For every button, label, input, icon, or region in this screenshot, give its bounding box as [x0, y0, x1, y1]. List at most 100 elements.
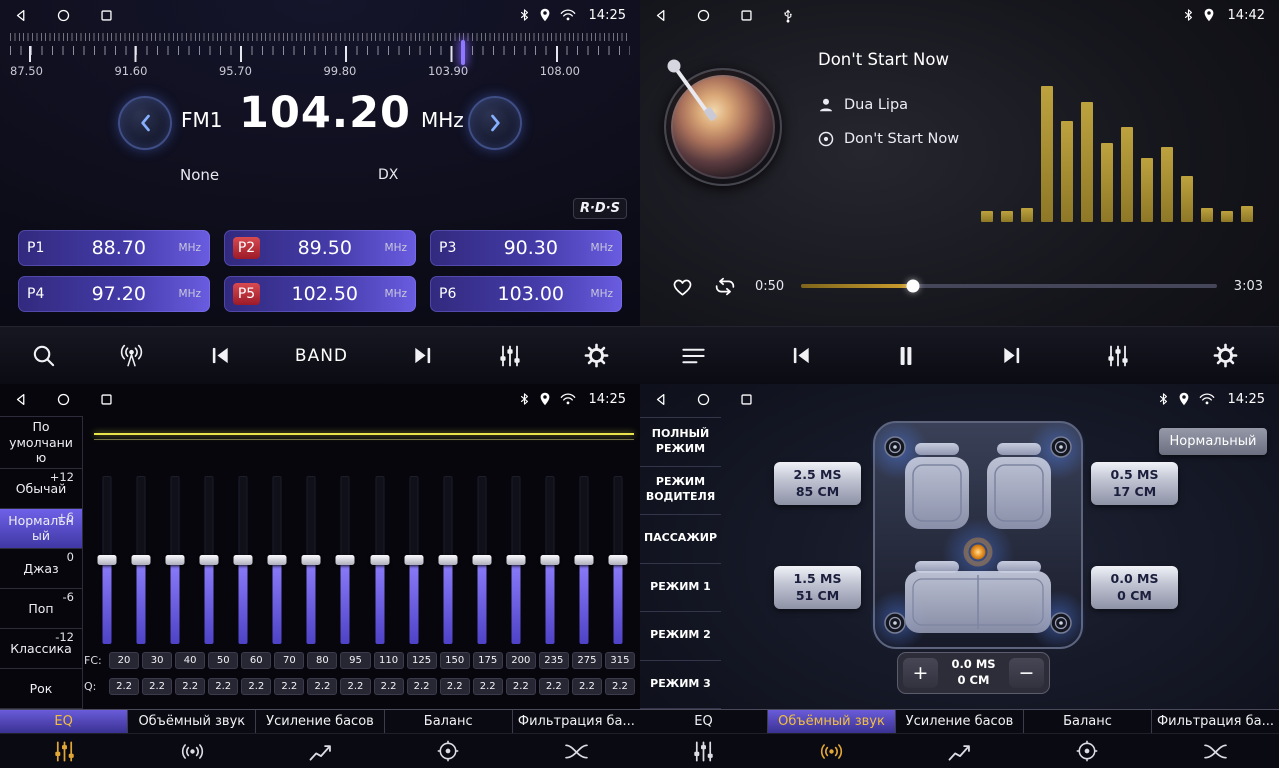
mode-item-2[interactable]: РЕЖИМ 2	[640, 612, 721, 661]
tuner-scale[interactable]: 87.50 91.60 95.70 99.80 103.90 108.00	[0, 33, 640, 81]
home-button[interactable]	[697, 9, 710, 22]
recents-button[interactable]	[100, 9, 113, 22]
eq-band-slider[interactable]	[601, 476, 635, 644]
eq-band-slider[interactable]	[499, 476, 533, 644]
mode-item-passenger[interactable]: ПАССАЖИР	[640, 515, 721, 564]
delay-increase-button[interactable]: +	[903, 658, 938, 688]
repeat-button[interactable]	[712, 275, 738, 298]
settings-button[interactable]	[584, 343, 609, 368]
tab-balance[interactable]: Баланс	[385, 710, 513, 733]
back-button[interactable]	[14, 9, 27, 22]
home-button[interactable]	[57, 9, 70, 22]
progress-thumb[interactable]	[907, 280, 920, 293]
tab-filter-button[interactable]	[1151, 734, 1279, 768]
eq-band-slider[interactable]	[294, 476, 328, 644]
next-track-icon	[410, 344, 435, 367]
eq-band-slider[interactable]	[192, 476, 226, 644]
visualizer-bar	[1101, 143, 1113, 222]
delay-front-left-button[interactable]: 2.5 MS 85 CM	[774, 462, 861, 505]
mode-item-driver[interactable]: РЕЖИМ ВОДИТЕЛЯ	[640, 467, 721, 516]
visualizer-bar	[1081, 102, 1093, 222]
back-button[interactable]	[654, 393, 667, 406]
mode-item-full[interactable]: ПОЛНЫЙ РЕЖИМ	[640, 418, 721, 467]
mode-item-1[interactable]: РЕЖИМ 1	[640, 564, 721, 613]
clock: 14:25	[589, 392, 626, 407]
preset-p6-button[interactable]: P6103.00MHz	[430, 276, 622, 312]
delay-rear-left-button[interactable]: 1.5 MS 51 CM	[774, 566, 861, 609]
tab-eq[interactable]: EQ	[640, 710, 768, 733]
pause-button[interactable]	[896, 344, 916, 368]
eq-band-slider[interactable]	[158, 476, 192, 644]
preset-p4-button[interactable]: P497.20MHz	[18, 276, 210, 312]
previous-track-button[interactable]	[789, 344, 814, 367]
recents-button[interactable]	[100, 393, 113, 406]
progress-bar[interactable]	[801, 284, 1217, 288]
tab-balance[interactable]: Баланс	[1024, 710, 1152, 733]
sound-iconbar	[0, 734, 640, 768]
back-button[interactable]	[14, 393, 27, 406]
tab-balance-button[interactable]	[1023, 734, 1151, 768]
tab-balance-button[interactable]	[384, 734, 512, 768]
tab-bass-boost-button[interactable]	[896, 734, 1024, 768]
seek-next-button[interactable]	[410, 344, 435, 367]
eq-q-value: 2.2	[605, 678, 635, 695]
delay-rear-right-button[interactable]: 0.0 MS 0 CM	[1091, 566, 1178, 609]
tab-eq-button[interactable]	[640, 734, 768, 768]
crossover-icon	[564, 742, 589, 761]
eq-band-slider[interactable]	[260, 476, 294, 644]
preset-p5-button[interactable]: P5102.50MHz	[224, 276, 416, 312]
tab-eq[interactable]: EQ	[0, 710, 128, 733]
eq-shortcut-button[interactable]	[1106, 344, 1130, 368]
tab-surround[interactable]: Объёмный звук	[128, 710, 256, 733]
eq-band-slider[interactable]	[363, 476, 397, 644]
tab-bass-boost-button[interactable]	[256, 734, 384, 768]
settings-button[interactable]	[1213, 343, 1238, 368]
mode-item-3[interactable]: РЕЖИМ 3	[640, 661, 721, 710]
tab-filter[interactable]: Фильтрация ба...	[513, 710, 640, 733]
eq-band-slider[interactable]	[124, 476, 158, 644]
eq-band-slider[interactable]	[431, 476, 465, 644]
stage-preset-button[interactable]: Нормальный	[1159, 428, 1267, 455]
eq-band-slider[interactable]	[465, 476, 499, 644]
tab-bass-boost[interactable]: Усиление басов	[256, 710, 384, 733]
visualizer	[981, 86, 1253, 222]
eq-band-slider[interactable]	[567, 476, 601, 644]
delay-decrease-button[interactable]: −	[1009, 658, 1044, 688]
eq-band-slider[interactable]	[533, 476, 567, 644]
preset-p2-button[interactable]: P289.50MHz	[224, 230, 416, 266]
eq-fc-value: 315	[605, 652, 635, 669]
scan-button[interactable]	[31, 343, 56, 368]
recents-button[interactable]	[740, 393, 753, 406]
playlist-button[interactable]	[681, 346, 706, 366]
eq-shortcut-button[interactable]	[498, 344, 522, 368]
back-button[interactable]	[654, 9, 667, 22]
tuner-mode-button[interactable]	[118, 343, 145, 368]
favorite-button[interactable]	[670, 275, 695, 298]
tuner-indicator[interactable]	[461, 40, 465, 65]
eq-band-slider[interactable]	[226, 476, 260, 644]
eq-band-slider[interactable]	[90, 476, 124, 644]
visualizer-bar	[1121, 127, 1133, 222]
clock: 14:25	[1228, 392, 1265, 407]
tab-surround-button[interactable]	[768, 734, 896, 768]
eq-q-value: 2.2	[340, 678, 370, 695]
home-button[interactable]	[697, 393, 710, 406]
tab-eq-button[interactable]	[0, 734, 128, 768]
band-button[interactable]: BAND	[295, 346, 348, 366]
eq-band-slider[interactable]	[397, 476, 431, 644]
delay-front-right-button[interactable]: 0.5 MS 17 CM	[1091, 462, 1178, 505]
preset-p3-button[interactable]: P390.30MHz	[430, 230, 622, 266]
tab-filter-button[interactable]	[512, 734, 640, 768]
wifi-icon	[1199, 393, 1215, 405]
tune-down-button[interactable]	[118, 96, 172, 150]
seek-previous-button[interactable]	[208, 344, 233, 367]
tab-surround[interactable]: Объёмный звук	[768, 710, 896, 733]
next-track-button[interactable]	[999, 344, 1024, 367]
tab-filter[interactable]: Фильтрация ба...	[1152, 710, 1279, 733]
tab-surround-button[interactable]	[128, 734, 256, 768]
eq-band-slider[interactable]	[328, 476, 362, 644]
tune-up-button[interactable]	[468, 96, 522, 150]
preset-p1-button[interactable]: P188.70MHz	[18, 230, 210, 266]
recents-button[interactable]	[740, 9, 753, 22]
tab-bass-boost[interactable]: Усиление басов	[896, 710, 1024, 733]
